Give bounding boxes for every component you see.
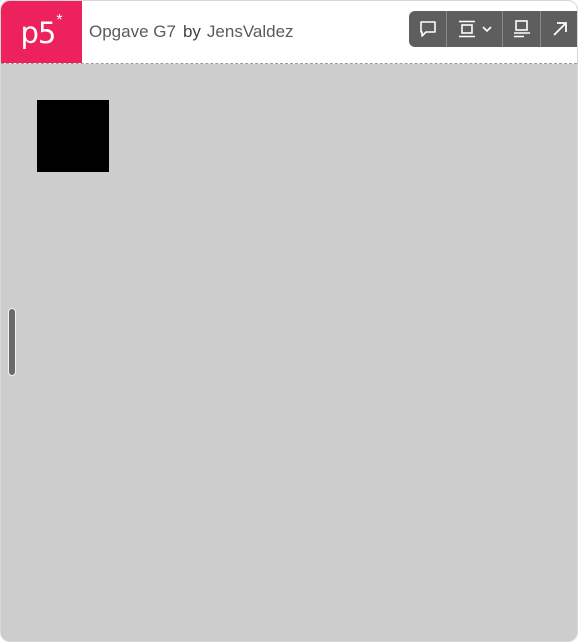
embed-frame: p5 * Opgave G7 by JensValdez — [0, 0, 578, 642]
logo-star: * — [56, 12, 63, 29]
frame-layout-button[interactable] — [447, 11, 503, 47]
logo-text: p5 — [20, 16, 56, 50]
code-view-button[interactable] — [503, 11, 541, 47]
chevron-down-icon — [481, 26, 492, 33]
comment-button[interactable] — [409, 11, 447, 47]
open-external-button[interactable] — [541, 11, 577, 47]
p5-logo[interactable]: p5 * — [1, 1, 82, 63]
sketch-title[interactable]: Opgave G7 — [89, 22, 176, 41]
author-link[interactable]: JensValdez — [207, 22, 294, 41]
top-bar: p5 * Opgave G7 by JensValdez — [1, 1, 577, 64]
toolbar — [409, 11, 577, 47]
by-label: by — [182, 22, 201, 41]
comment-icon — [419, 21, 436, 37]
resize-handle[interactable] — [8, 308, 16, 376]
sketch-title-line: Opgave G7 by JensValdez — [89, 22, 294, 42]
black-square — [37, 100, 109, 172]
open-external-icon — [553, 22, 567, 36]
sketch-canvas[interactable] — [1, 64, 577, 641]
frame-layout-icon — [458, 20, 475, 38]
code-view-icon — [513, 20, 530, 38]
